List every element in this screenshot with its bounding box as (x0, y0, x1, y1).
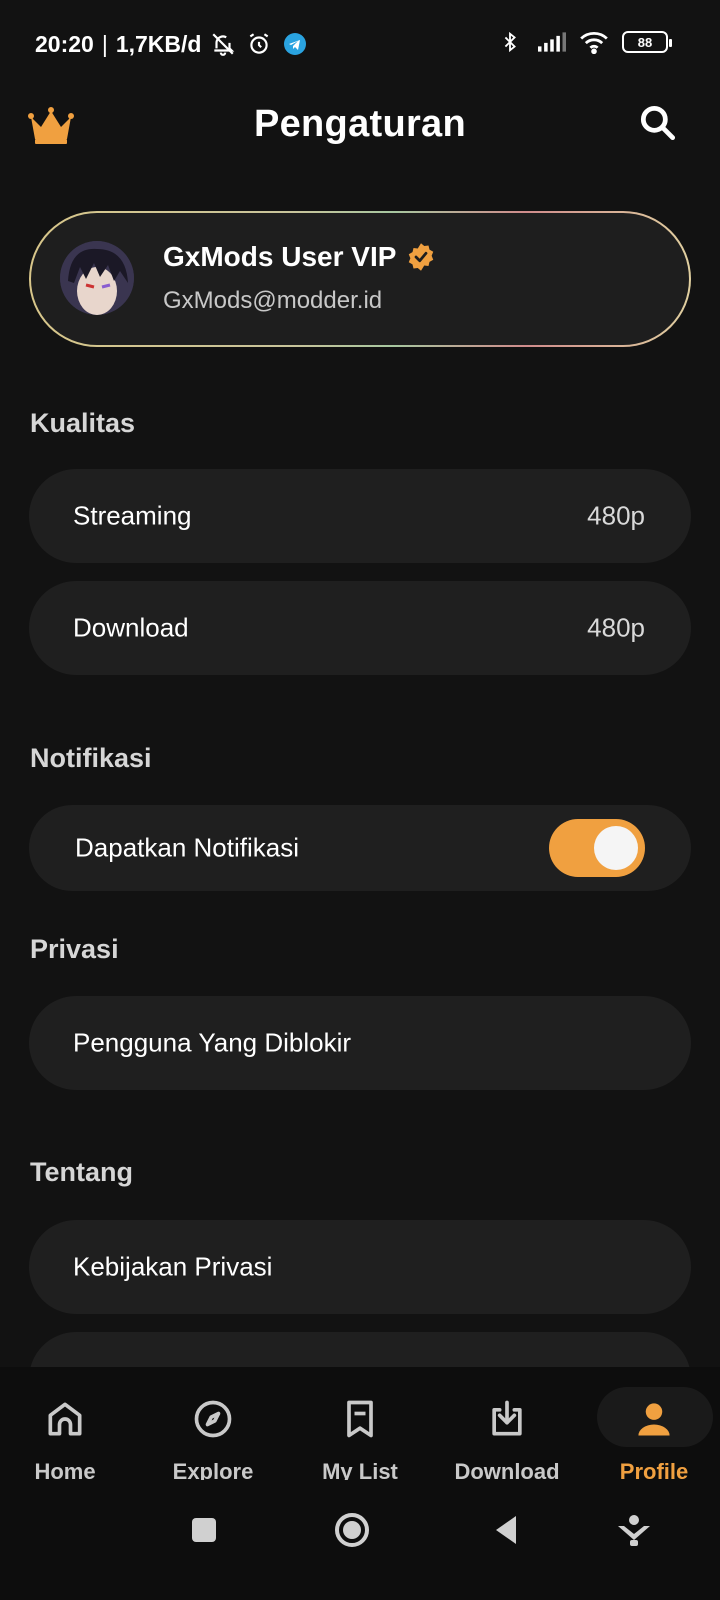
bookmark-icon (347, 1400, 373, 1438)
status-bar: 20:20 | 1,7KB/d 88 (0, 0, 720, 90)
section-title-quality: Kualitas (30, 408, 136, 438)
setting-blocked-users[interactable]: Pengguna Yang Diblokir (29, 996, 691, 1090)
signal-icon (538, 28, 566, 56)
profile-card-body: GxMods User VIP GxMods@modder.id (31, 213, 689, 345)
user-icon (638, 1403, 670, 1436)
setting-get-notifications: Dapatkan Notifikasi (29, 805, 691, 891)
page-title: Pengaturan (253, 103, 467, 145)
section-title-privacy: Privasi (30, 934, 119, 964)
bluetooth-icon (496, 28, 524, 56)
app-header: Pengaturan (0, 95, 720, 165)
assistant-button[interactable] (614, 1510, 654, 1550)
home-system-button[interactable] (332, 1510, 372, 1550)
status-left: 20:20 | 1,7KB/d (35, 30, 309, 58)
section-title-notification: Notifikasi (30, 743, 152, 773)
recents-button[interactable] (184, 1510, 224, 1550)
triangle-back-icon (496, 1516, 516, 1544)
verified-badge-icon (409, 243, 434, 271)
section-title-about: Tentang (30, 1157, 133, 1187)
compass-icon (194, 1400, 232, 1438)
setting-streaming-quality[interactable]: Streaming 480p (29, 469, 691, 563)
download-icon (492, 1400, 522, 1436)
search-button[interactable] (636, 101, 680, 145)
status-separator: | (101, 30, 108, 57)
nav-explore[interactable]: Explore (148, 1367, 278, 1484)
nav-profile[interactable]: Profile (589, 1367, 719, 1484)
user-name: GxMods User VIP (163, 241, 397, 272)
nav-home[interactable]: Home (0, 1367, 130, 1484)
download-label: Download (73, 612, 189, 643)
bell-off-icon (209, 30, 237, 58)
setting-privacy-policy[interactable]: Kebijakan Privasi (29, 1220, 691, 1314)
avatar (60, 241, 134, 315)
status-right: 88 (496, 28, 672, 56)
nav-download[interactable]: Download (442, 1367, 572, 1484)
home-icon (48, 1402, 82, 1436)
blocked-users-label: Pengguna Yang Diblokir (73, 1027, 352, 1058)
battery-indicator: 88 (622, 31, 672, 53)
user-email: GxMods@modder.id (163, 287, 383, 314)
user-name-row: GxMods User VIP (163, 241, 436, 273)
system-navigation-bar (0, 1480, 720, 1600)
back-button[interactable] (488, 1510, 528, 1550)
privacy-policy-label: Kebijakan Privasi (73, 1251, 273, 1282)
search-icon (640, 105, 676, 141)
streaming-label: Streaming (73, 500, 192, 531)
telegram-icon (281, 30, 309, 58)
nav-my-list[interactable]: My List (295, 1367, 425, 1484)
setting-download-quality[interactable]: Download 480p (29, 581, 691, 675)
circle-icon (335, 1513, 369, 1547)
wifi-icon (580, 28, 608, 56)
square-icon (192, 1518, 216, 1542)
assistant-icon (618, 1515, 650, 1546)
profile-card[interactable]: GxMods User VIP GxMods@modder.id (29, 211, 691, 347)
alarm-icon (245, 30, 273, 58)
download-value: 480p (587, 612, 645, 643)
status-time: 20:20 (35, 30, 94, 57)
notifications-toggle[interactable] (549, 819, 645, 877)
network-speed: 1,7KB/d (115, 30, 202, 57)
toggle-knob (594, 826, 638, 870)
streaming-value: 480p (587, 500, 645, 531)
bottom-navigation: Home Explore My List Download Profile (0, 1367, 720, 1484)
battery-level: 88 (637, 34, 653, 50)
notifications-label: Dapatkan Notifikasi (75, 832, 299, 863)
